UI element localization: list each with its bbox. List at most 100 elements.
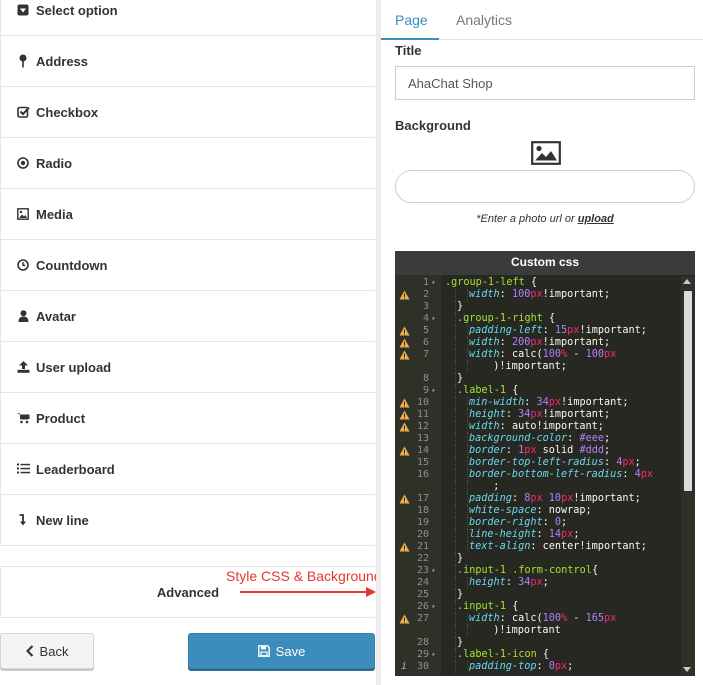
- code-token: .label-1-icon: [457, 649, 537, 660]
- indent-guide: [455, 565, 456, 577]
- code-line[interactable]: 18 white-space: nowrap;: [395, 505, 681, 517]
- radio-icon: [15, 155, 31, 171]
- code-line[interactable]: 10 min-width: 34px!important;: [395, 397, 681, 409]
- code-token: height: [469, 577, 506, 588]
- indent-guide: [467, 349, 468, 361]
- code-line[interactable]: 17 padding: 8px 10px!important;: [395, 493, 681, 505]
- indent-guide: [467, 577, 468, 589]
- custom-css-editor[interactable]: Custom css 1 ▾ .group-1-left {2 width: 100p…: [395, 251, 695, 676]
- tab-analytics[interactable]: Analytics: [456, 12, 512, 28]
- code-line[interactable]: )!important: [395, 625, 681, 637]
- code-line[interactable]: 15 border-top-left-radius: 4px;: [395, 457, 681, 469]
- indent-guide: [455, 649, 456, 661]
- element-leaderboard[interactable]: Leaderboard: [0, 444, 375, 495]
- title-input[interactable]: [395, 66, 695, 100]
- element-address[interactable]: Address: [0, 36, 375, 87]
- element-avatar[interactable]: Avatar: [0, 291, 375, 342]
- back-button[interactable]: Back: [0, 633, 94, 669]
- element-radio[interactable]: Radio: [0, 138, 375, 189]
- background-url-input[interactable]: [395, 170, 695, 203]
- image-placeholder-icon[interactable]: [531, 141, 561, 165]
- code-token: px: [530, 337, 543, 348]
- code-line[interactable]: 1 ▾ .group-1-left {: [395, 277, 681, 289]
- code-area[interactable]: 1 ▾ .group-1-left {2 width: 100px!important…: [395, 277, 681, 673]
- upload-icon: [15, 359, 31, 375]
- code-token: px: [561, 493, 574, 504]
- code-token: border: [469, 445, 506, 456]
- indent-guide: [455, 373, 456, 385]
- editor-scrollbar[interactable]: [681, 277, 695, 676]
- code-line[interactable]: 23 ▾ .input-1 .form-control{: [395, 565, 681, 577]
- code-line[interactable]: 19 border-right: 0;: [395, 517, 681, 529]
- warning-icon: [399, 398, 410, 408]
- element-new-line[interactable]: New line: [0, 495, 375, 546]
- advanced-label: Advanced: [156, 585, 220, 600]
- code-text: width: auto!important;: [469, 421, 604, 433]
- code-line[interactable]: 11 height: 34px!important;: [395, 409, 681, 421]
- scroll-down-arrow[interactable]: [683, 667, 691, 672]
- element-select-option[interactable]: Select option: [0, 0, 375, 36]
- scroll-up-arrow[interactable]: [683, 279, 691, 284]
- code-line[interactable]: 29 ▾ .label-1-icon {: [395, 649, 681, 661]
- fold-toggle-icon[interactable]: ▾: [431, 277, 436, 289]
- tab-page[interactable]: Page: [395, 12, 428, 28]
- fold-toggle-icon[interactable]: ▾: [431, 649, 436, 661]
- active-tab-indicator: [381, 38, 439, 40]
- code-line[interactable]: 3}: [395, 301, 681, 313]
- code-line[interactable]: 4 ▾ .group-1-right {: [395, 313, 681, 325]
- code-line[interactable]: 26 ▾ .input-1 {: [395, 601, 681, 613]
- code-line[interactable]: 27 width: calc(100% - 165px: [395, 613, 681, 625]
- code-line[interactable]: )!important;: [395, 361, 681, 373]
- element-countdown[interactable]: Countdown: [0, 240, 375, 291]
- line-number: 18: [416, 505, 429, 516]
- code-line[interactable]: 12 width: auto!important;: [395, 421, 681, 433]
- code-line[interactable]: 14 border: 1px solid #ddd;: [395, 445, 681, 457]
- element-checkbox[interactable]: Checkbox: [0, 87, 375, 138]
- element-user-upload[interactable]: User upload: [0, 342, 375, 393]
- code-line[interactable]: ;: [395, 481, 681, 493]
- indent-guide: [455, 349, 456, 361]
- indent-guide: [455, 445, 456, 457]
- code-line[interactable]: 21 text-align: center!important;: [395, 541, 681, 553]
- code-line[interactable]: 6 width: 200px!important;: [395, 337, 681, 349]
- fold-toggle-icon[interactable]: ▾: [431, 601, 436, 613]
- scrollbar-thumb[interactable]: [684, 291, 692, 491]
- code-token: :: [536, 661, 549, 672]
- indent-guide: [455, 469, 456, 481]
- indent-guide: [467, 361, 468, 373]
- code-line[interactable]: 20 line-height: 14px;: [395, 529, 681, 541]
- code-token: .input-1: [457, 601, 507, 612]
- code-line[interactable]: 5 padding-left: 15px!important;: [395, 325, 681, 337]
- code-line[interactable]: 13 background-color: #eee;: [395, 433, 681, 445]
- code-token: width: [469, 337, 500, 348]
- fold-toggle-icon[interactable]: ▾: [431, 313, 436, 325]
- element-media[interactable]: Media: [0, 189, 375, 240]
- code-line[interactable]: 7 width: calc(100% - 100px: [395, 349, 681, 361]
- code-token: :: [505, 577, 519, 588]
- code-token: px: [554, 661, 568, 672]
- tab-bar: Page Analytics: [381, 0, 703, 40]
- code-token: solid: [536, 445, 580, 456]
- code-token: {: [506, 601, 519, 612]
- code-line[interactable]: 2 width: 100px!important;: [395, 289, 681, 301]
- code-line[interactable]: 25}: [395, 589, 681, 601]
- code-token: ;: [604, 445, 611, 456]
- indent-guide: [467, 457, 468, 469]
- element-label: New line: [36, 512, 89, 528]
- code-line[interactable]: 30 i padding-top: 0px;: [395, 661, 681, 673]
- fold-toggle-icon[interactable]: ▾: [431, 385, 436, 397]
- code-token: !important;: [579, 325, 647, 336]
- code-line[interactable]: 8}: [395, 373, 681, 385]
- code-line[interactable]: 9 ▾ .label-1 {: [395, 385, 681, 397]
- code-line[interactable]: 28}: [395, 637, 681, 649]
- code-line[interactable]: 24 height: 34px;: [395, 577, 681, 589]
- fold-toggle-icon[interactable]: ▾: [431, 565, 436, 577]
- code-line[interactable]: 16 border-bottom-left-radius: 4px: [395, 469, 681, 481]
- code-token: padding-top: [469, 661, 537, 672]
- element-product[interactable]: Product: [0, 393, 375, 444]
- code-line[interactable]: 22}: [395, 553, 681, 565]
- upload-link[interactable]: upload: [578, 213, 614, 225]
- title-label: Title: [395, 43, 422, 58]
- save-button[interactable]: Save: [188, 633, 375, 669]
- code-token: 34: [518, 577, 531, 588]
